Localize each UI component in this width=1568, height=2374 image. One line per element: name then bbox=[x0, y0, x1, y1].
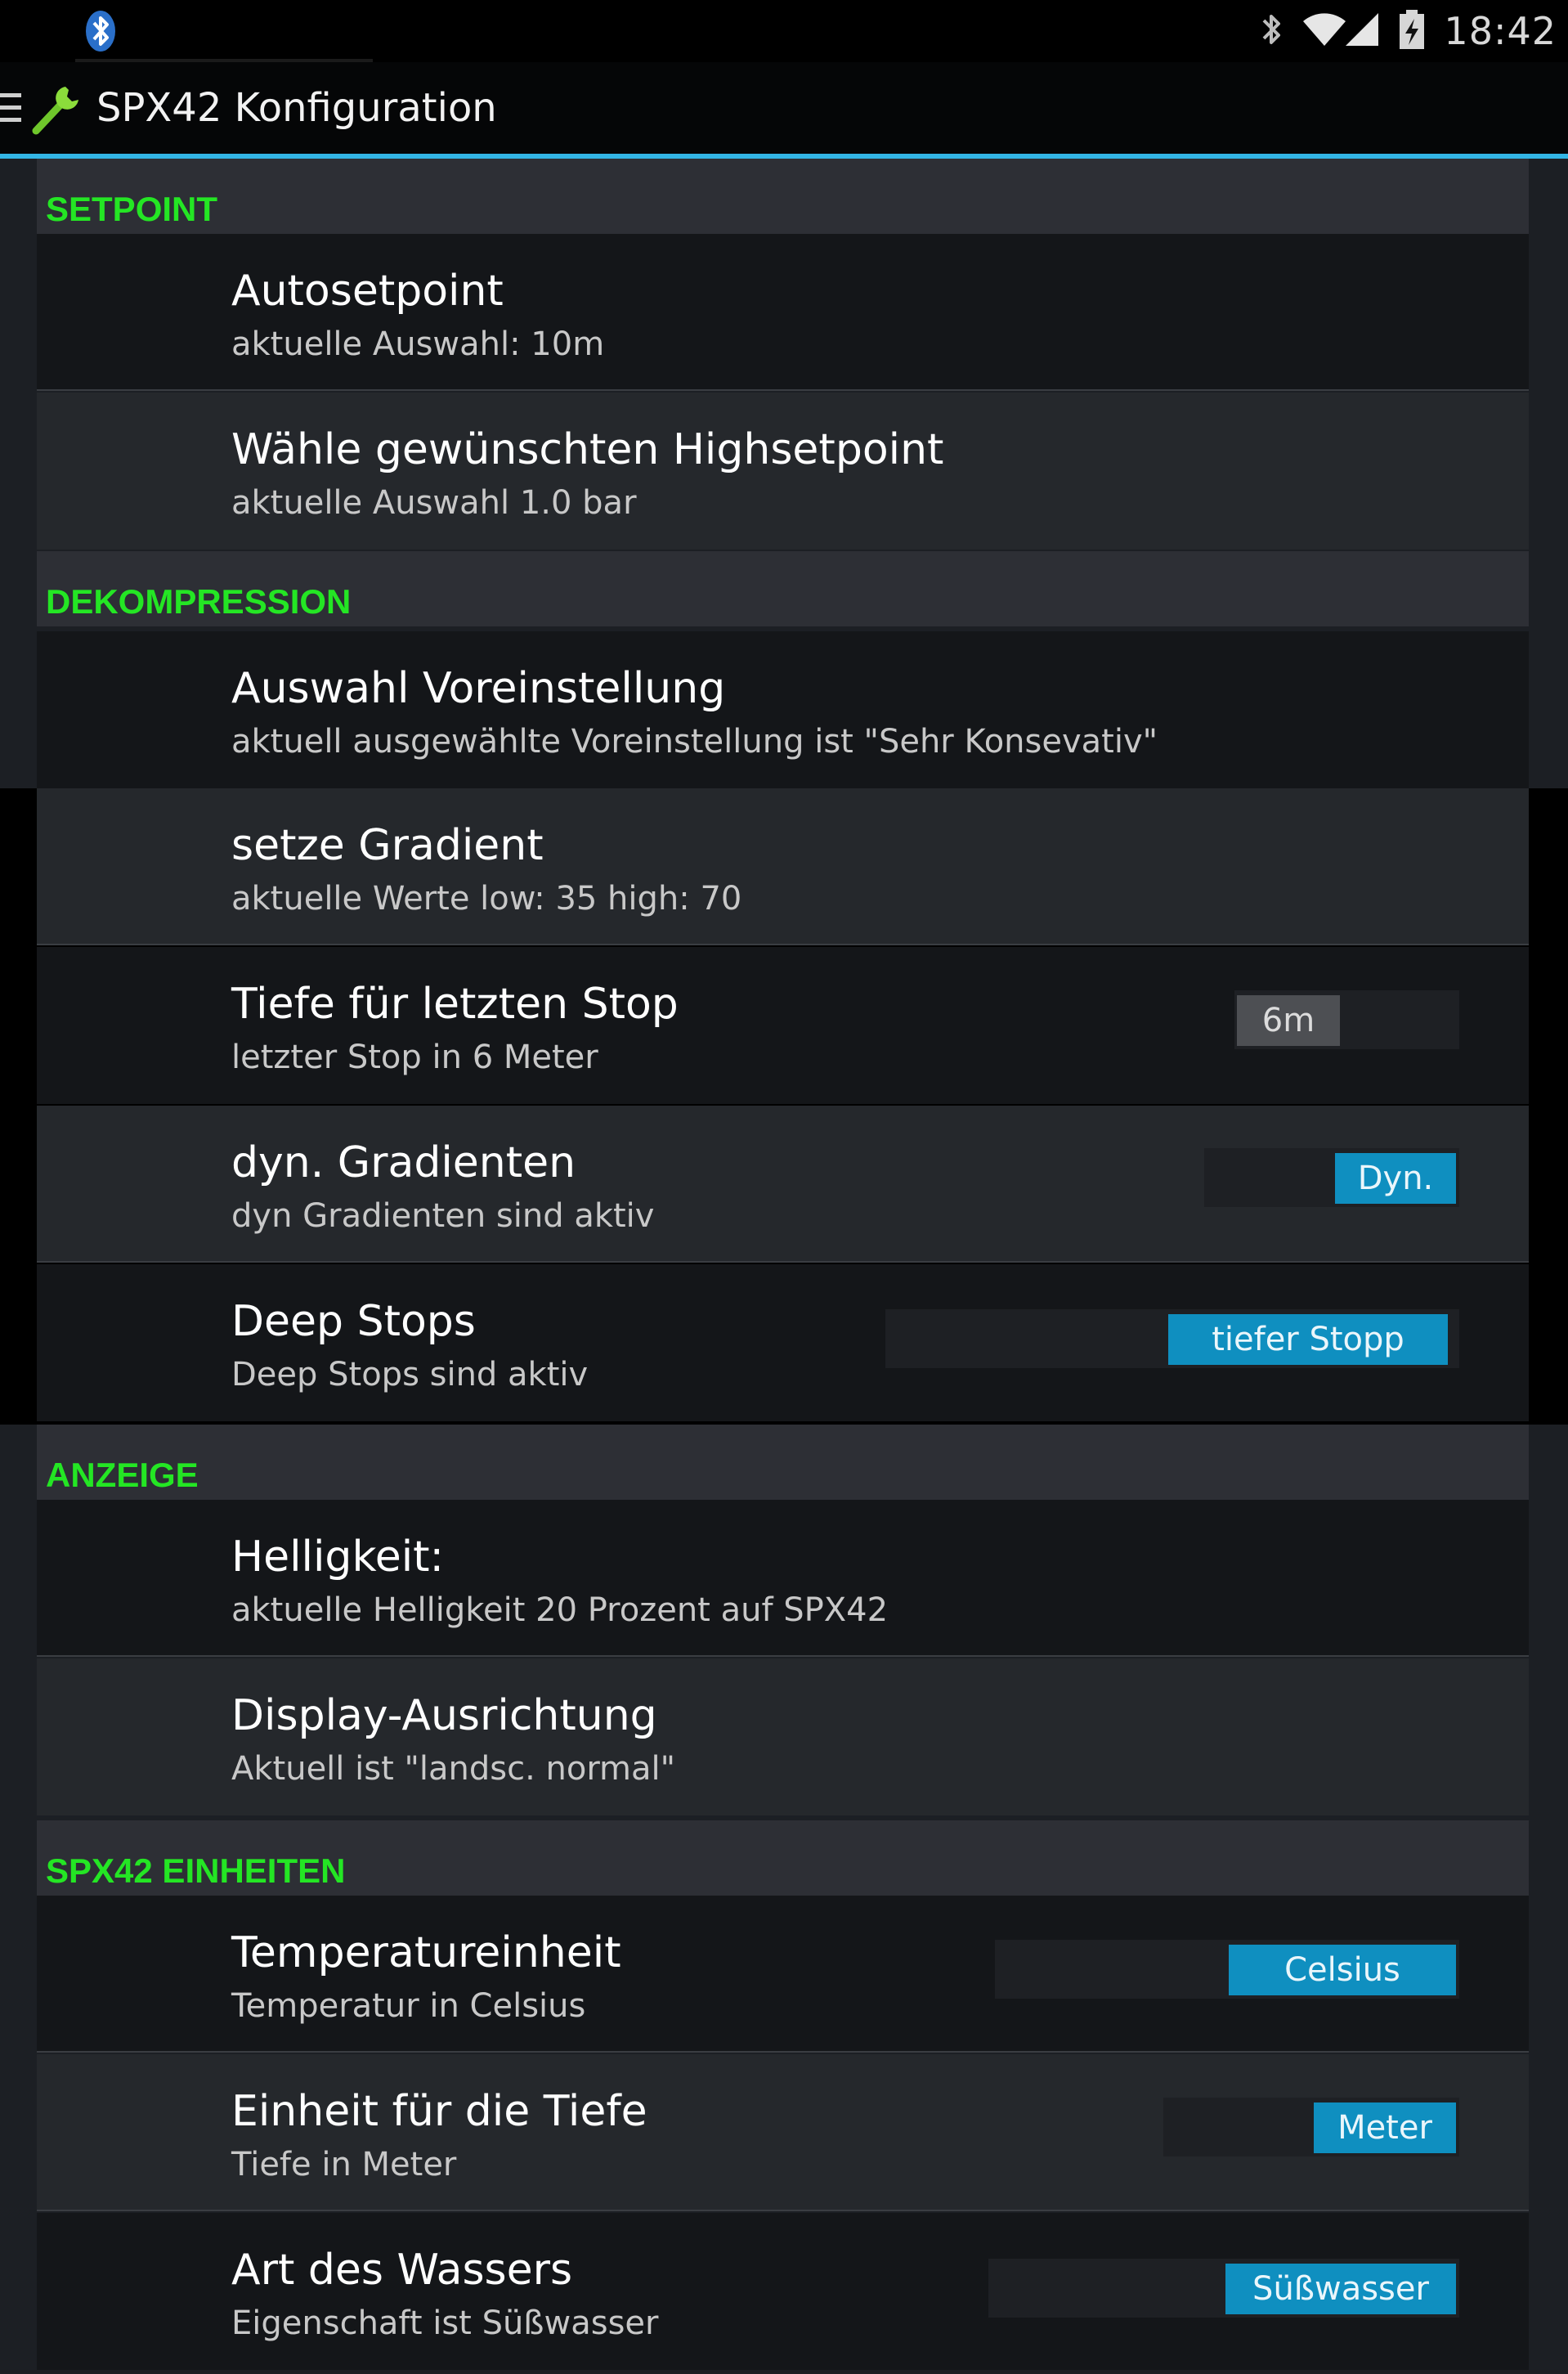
wifi-icon bbox=[1301, 11, 1347, 51]
pref-summary: Temperatur in Celsius bbox=[231, 1987, 586, 2025]
pref-water-type[interactable]: Art des Wassers Eigenschaft ist Süßwasse… bbox=[37, 2213, 1529, 2370]
pref-highsetpoint[interactable]: Wähle gewünschten Highsetpoint aktuelle … bbox=[37, 393, 1529, 550]
pref-title: Tiefe für letzten Stop bbox=[231, 980, 679, 1029]
pref-title: Temperatureinheit bbox=[231, 1928, 621, 1977]
pref-summary: aktuelle Auswahl: 10m bbox=[231, 325, 605, 363]
pref-title: Einheit für die Tiefe bbox=[231, 2087, 647, 2136]
depth-unit-switch[interactable]: Meter bbox=[1163, 2098, 1459, 2156]
app-title: SPX42 Konfiguration bbox=[96, 85, 497, 131]
pref-preset[interactable]: Auswahl Voreinstellung aktuell ausgewähl… bbox=[37, 631, 1529, 788]
pref-summary: aktuelle Helligkeit 20 Prozent auf SPX42 bbox=[231, 1591, 889, 1629]
status-bar: 18:42 bbox=[0, 0, 1568, 62]
switch-thumb: Süßwasser bbox=[1225, 2264, 1456, 2314]
pref-title: Auswahl Voreinstellung bbox=[231, 664, 726, 713]
pref-summary: Deep Stops sind aktiv bbox=[231, 1356, 589, 1393]
pref-temperature-unit[interactable]: Temperatureinheit Temperatur in Celsius … bbox=[37, 1896, 1529, 2053]
temperature-unit-switch[interactable]: Celsius bbox=[995, 1940, 1459, 1999]
deep-stops-switch[interactable]: tiefer Stopp bbox=[885, 1309, 1459, 1368]
category-label: ANZEIGE bbox=[46, 1456, 199, 1494]
water-type-switch[interactable]: Süßwasser bbox=[988, 2259, 1459, 2318]
pref-deep-stops[interactable]: Deep Stops Deep Stops sind aktiv tiefer … bbox=[37, 1264, 1529, 1421]
pref-brightness[interactable]: Helligkeit: aktuelle Helligkeit 20 Proze… bbox=[37, 1500, 1529, 1657]
category-dekompression: DEKOMPRESSION bbox=[37, 551, 1529, 626]
pref-summary: aktuelle Werte low: 35 high: 70 bbox=[231, 880, 742, 918]
pref-autosetpoint[interactable]: Autosetpoint aktuelle Auswahl: 10m bbox=[37, 234, 1529, 391]
pref-title: Display-Ausrichtung bbox=[231, 1691, 657, 1740]
category-setpoint: SETPOINT bbox=[37, 159, 1529, 234]
switch-thumb: 6m bbox=[1237, 995, 1340, 1046]
dyn-gradients-switch[interactable]: Dyn. bbox=[1204, 1148, 1459, 1207]
pref-dyn-gradients[interactable]: dyn. Gradienten dyn Gradienten sind akti… bbox=[37, 1106, 1529, 1263]
divider bbox=[37, 944, 1529, 945]
clock: 18:42 bbox=[1444, 9, 1557, 53]
pref-summary: dyn Gradienten sind aktiv bbox=[231, 1197, 655, 1235]
divider bbox=[37, 1655, 1529, 1657]
pref-summary: aktuelle Auswahl 1.0 bar bbox=[231, 484, 637, 522]
category-label: DEKOMPRESSION bbox=[46, 582, 352, 621]
category-spx42-einheiten: SPX42 EINHEITEN bbox=[37, 1820, 1529, 1896]
switch-thumb: Dyn. bbox=[1335, 1153, 1456, 1204]
battery-charging-icon bbox=[1398, 9, 1426, 53]
pref-summary: Eigenschaft ist Süßwasser bbox=[231, 2304, 659, 2342]
bluetooth-icon bbox=[1259, 9, 1284, 53]
switch-thumb: tiefer Stopp bbox=[1168, 1314, 1448, 1365]
pref-title: Deep Stops bbox=[231, 1297, 476, 1346]
divider bbox=[37, 2210, 1529, 2211]
category-label: SETPOINT bbox=[46, 190, 218, 228]
pref-title: setze Gradient bbox=[231, 821, 544, 870]
pref-title: Art des Wassers bbox=[231, 2246, 573, 2295]
action-bar: SPX42 Konfiguration bbox=[0, 62, 1568, 159]
pref-title: Helligkeit: bbox=[231, 1533, 445, 1582]
divider bbox=[37, 1261, 1529, 1263]
divider bbox=[37, 389, 1529, 391]
last-stop-switch[interactable]: 6m bbox=[1234, 990, 1459, 1049]
pref-gradient[interactable]: setze Gradient aktuelle Werte low: 35 hi… bbox=[37, 788, 1529, 945]
pref-summary: aktuell ausgewählte Voreinstellung ist "… bbox=[231, 723, 1158, 761]
pref-last-stop-depth[interactable]: Tiefe für letzten Stop letzter Stop in 6… bbox=[37, 947, 1529, 1104]
pref-summary: letzter Stop in 6 Meter bbox=[231, 1039, 598, 1076]
divider bbox=[37, 2051, 1529, 2053]
bluetooth-icon bbox=[82, 8, 119, 54]
category-label: SPX42 EINHEITEN bbox=[46, 1851, 346, 1890]
menu-icon[interactable] bbox=[0, 92, 21, 124]
signal-icon bbox=[1344, 11, 1380, 51]
pref-title: Wähle gewünschten Highsetpoint bbox=[231, 425, 944, 474]
pref-title: Autosetpoint bbox=[231, 267, 504, 316]
pref-summary: Tiefe in Meter bbox=[231, 2146, 457, 2183]
switch-thumb: Celsius bbox=[1229, 1945, 1456, 1995]
category-anzeige: ANZEIGE bbox=[37, 1425, 1529, 1500]
pref-depth-unit[interactable]: Einheit für die Tiefe Tiefe in Meter Met… bbox=[37, 2054, 1529, 2211]
pref-display-orientation[interactable]: Display-Ausrichtung Aktuell ist "landsc.… bbox=[37, 1658, 1529, 1815]
pref-summary: Aktuell ist "landsc. normal" bbox=[231, 1750, 676, 1788]
pref-title: dyn. Gradienten bbox=[231, 1138, 576, 1187]
switch-thumb: Meter bbox=[1314, 2102, 1456, 2153]
wrench-icon[interactable] bbox=[29, 80, 85, 136]
